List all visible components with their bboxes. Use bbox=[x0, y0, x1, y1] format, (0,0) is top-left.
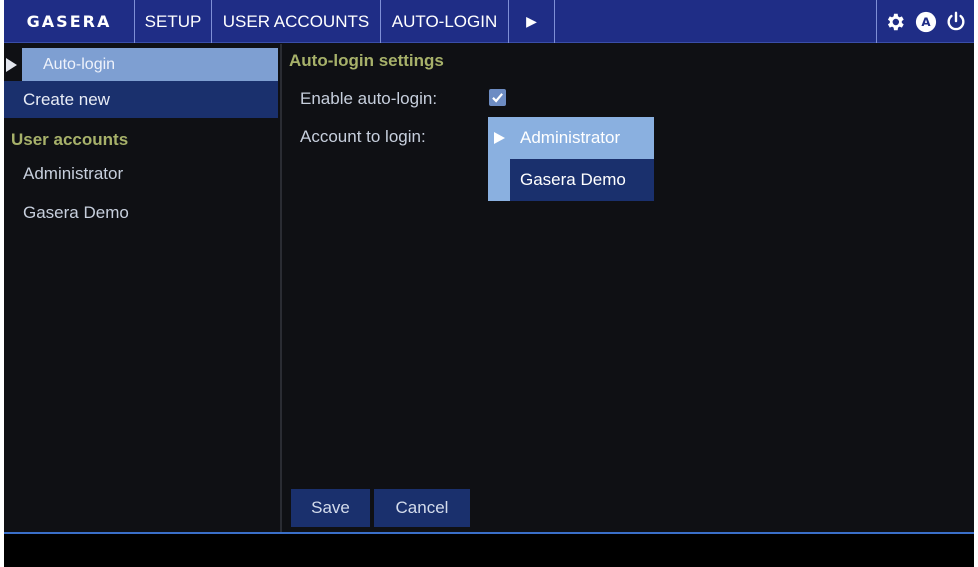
app-window: GASERA SETUP USER ACCOUNTS AUTO-LOGIN ▶ … bbox=[4, 0, 974, 567]
option-label: Administrator bbox=[520, 128, 621, 147]
power-icon[interactable] bbox=[944, 10, 968, 34]
more-tabs-arrow[interactable]: ▶ bbox=[509, 0, 555, 43]
tab-auto-login[interactable]: AUTO-LOGIN bbox=[381, 0, 509, 43]
top-icons: A bbox=[876, 0, 974, 43]
account-icon[interactable]: A bbox=[914, 10, 938, 34]
tab-user-accounts[interactable]: USER ACCOUNTS bbox=[212, 0, 381, 43]
top-navigation-bar: GASERA SETUP USER ACCOUNTS AUTO-LOGIN ▶ … bbox=[4, 0, 974, 43]
main-panel: Auto-login settings Enable auto-login: A… bbox=[284, 44, 974, 532]
save-button[interactable]: Save bbox=[291, 489, 370, 527]
account-select-list: Administrator Gasera Demo bbox=[488, 117, 654, 201]
enable-auto-login-label: Enable auto-login: bbox=[300, 89, 438, 108]
sidebar: Auto-login Create new User accounts Admi… bbox=[4, 44, 282, 532]
account-option-gasera-demo[interactable]: Gasera Demo bbox=[488, 159, 654, 201]
cancel-button[interactable]: Cancel bbox=[374, 489, 470, 527]
tab-setup[interactable]: SETUP bbox=[135, 0, 212, 43]
selected-arrow-icon bbox=[6, 58, 17, 72]
checkmark-icon bbox=[492, 93, 503, 103]
page-title: Auto-login settings bbox=[289, 51, 444, 70]
sidebar-item-create-new[interactable]: Create new bbox=[4, 81, 278, 118]
sidebar-item-gasera-demo[interactable]: Gasera Demo bbox=[4, 196, 278, 230]
sidebar-item-administrator[interactable]: Administrator bbox=[4, 157, 278, 191]
gasera-logo[interactable]: GASERA bbox=[4, 0, 135, 43]
status-bar bbox=[4, 532, 974, 567]
selected-arrow-icon bbox=[494, 132, 505, 144]
enable-auto-login-checkbox[interactable] bbox=[489, 89, 506, 106]
sidebar-item-auto-login[interactable]: Auto-login bbox=[4, 48, 278, 81]
option-label: Gasera Demo bbox=[510, 159, 654, 201]
svg-text:A: A bbox=[921, 15, 931, 29]
account-option-administrator[interactable]: Administrator bbox=[488, 117, 654, 159]
account-to-login-label: Account to login: bbox=[300, 127, 426, 146]
sidebar-item-label: Auto-login bbox=[22, 48, 278, 81]
gear-icon[interactable] bbox=[883, 10, 907, 34]
sidebar-heading-user-accounts: User accounts bbox=[11, 130, 129, 149]
